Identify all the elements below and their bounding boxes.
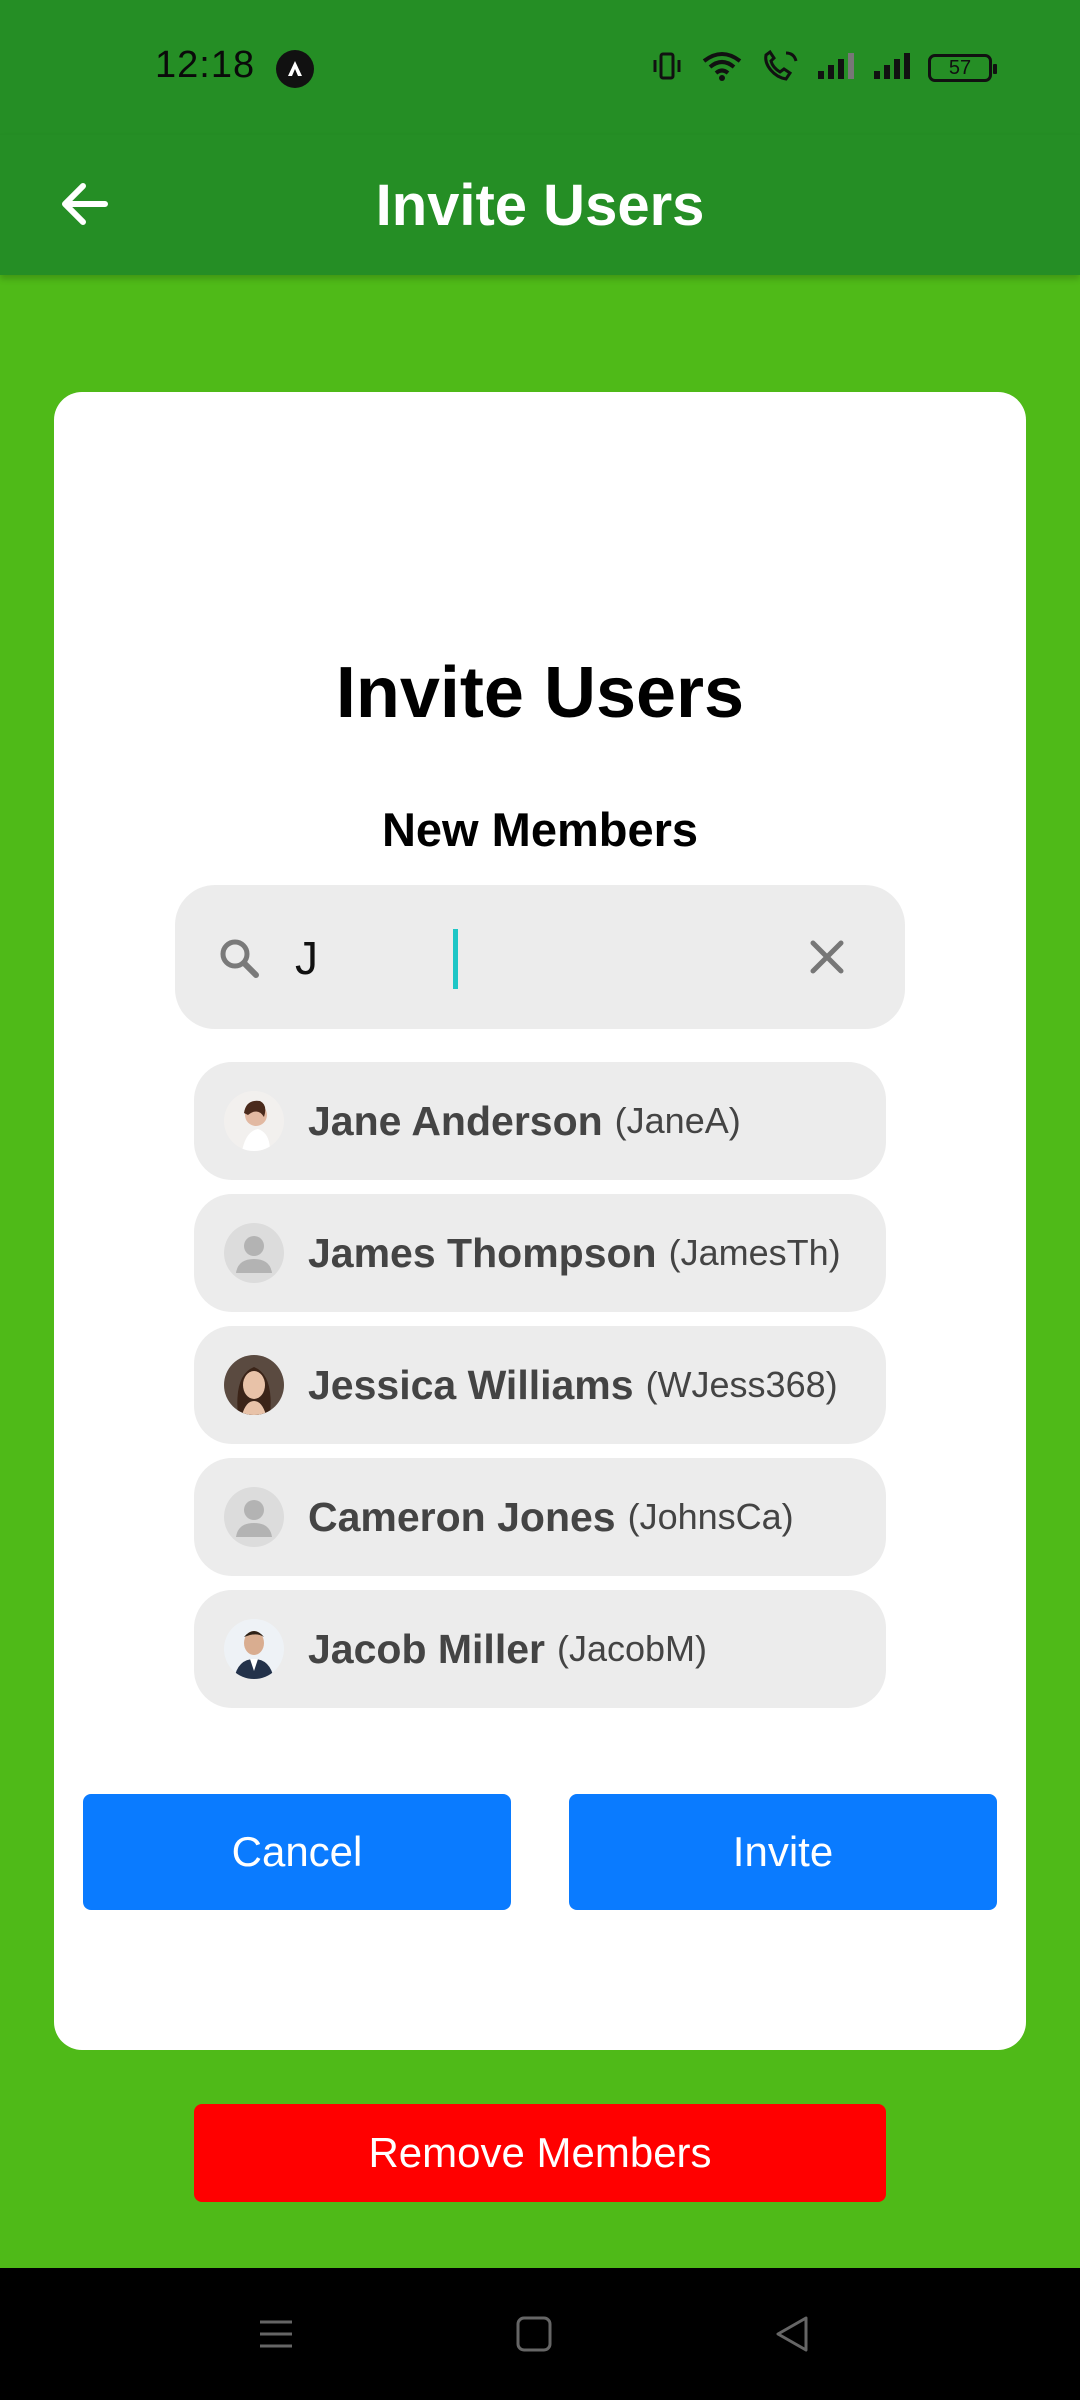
menu-icon[interactable] [244,2302,308,2366]
invite-button[interactable]: Invite [569,1794,997,1910]
result-name: Jessica Williams [308,1361,634,1408]
back-nav-icon[interactable] [760,2302,824,2366]
app-bar: Invite Users [0,135,1080,275]
remove-members-button[interactable]: Remove Members [194,2104,886,2202]
wifi-calling-icon [760,49,800,88]
cancel-button[interactable]: Cancel [83,1794,511,1910]
result-handle: (WJess368) [645,1364,838,1405]
search-box [175,885,905,1029]
clear-search-button[interactable] [799,929,855,985]
avatar [224,1355,284,1415]
avatar [224,1619,284,1679]
result-item[interactable]: Jessica Williams (WJess368) [194,1326,886,1444]
result-name: Jacob Miller [308,1625,545,1672]
result-name: James Thompson [308,1229,657,1276]
avatar [224,1091,284,1151]
back-button[interactable] [40,159,130,249]
result-name: Jane Anderson [308,1097,603,1144]
system-nav-bar [0,2268,1080,2400]
avatar-placeholder-icon [224,1223,284,1283]
avatar-placeholder-icon [224,1487,284,1547]
dialog-title: Invite Users [335,653,745,733]
close-icon [810,940,844,974]
home-icon[interactable] [502,2302,566,2366]
app-notification-icon [276,50,314,88]
battery-icon: 57 [928,54,997,82]
signal-icon-1 [816,51,856,86]
result-item[interactable]: Jacob Miller (JacobM) [194,1590,886,1708]
signal-icon-2 [872,51,912,86]
result-handle: (JaneA) [614,1100,741,1141]
dialog-subtitle: New Members [381,803,699,856]
text-cursor [453,929,458,989]
status-icons: 57 [650,48,997,88]
status-bar: 12:18 57 [0,0,1080,135]
arrow-left-icon [62,183,108,225]
result-item[interactable]: James Thompson (JamesTh) [194,1194,886,1312]
result-handle: (JamesTh) [668,1232,841,1273]
search-input[interactable] [293,921,777,995]
vibrate-icon [650,49,684,88]
result-item[interactable]: Jane Anderson (JaneA) [194,1062,886,1180]
result-name: Cameron Jones [308,1493,616,1540]
status-time: 12:18 [155,44,256,86]
search-icon [215,934,263,982]
wifi-icon [700,49,744,88]
result-item[interactable]: Cameron Jones (JohnsCa) [194,1458,886,1576]
page-title: Invite Users [375,172,705,238]
result-handle: (JacobM) [556,1628,708,1669]
result-handle: (JohnsCa) [627,1496,794,1537]
